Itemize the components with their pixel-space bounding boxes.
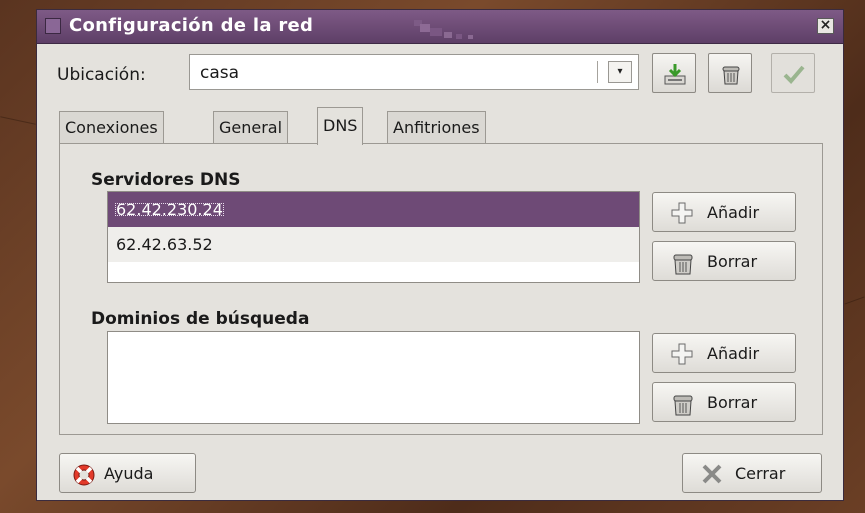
search-domains-title: Dominios de búsqueda	[91, 309, 310, 329]
close-icon: ×	[819, 17, 832, 33]
trash-icon	[673, 395, 693, 416]
search-domains-list[interactable]	[107, 331, 640, 424]
check-icon	[783, 65, 805, 84]
dns-server-address: 62.42.63.52	[116, 235, 213, 254]
add-domain-button[interactable]: Añadir	[652, 333, 796, 373]
combo-separator	[597, 61, 598, 83]
close-icon	[702, 464, 722, 484]
window-title: Configuración de la red	[69, 15, 314, 36]
dns-servers-title: Servidores DNS	[91, 170, 241, 190]
add-dns-label: Añadir	[707, 203, 760, 222]
delete-domain-label: Borrar	[707, 393, 758, 412]
close-label: Cerrar	[735, 464, 786, 483]
location-dropdown-button[interactable]: ▾	[608, 61, 632, 83]
delete-domain-button[interactable]: Borrar	[652, 382, 796, 422]
dns-servers-list[interactable]: 62.42.230.24 62.42.63.52	[107, 191, 640, 283]
dns-server-address: 62.42.230.24	[112, 200, 227, 219]
close-button[interactable]: Cerrar	[682, 453, 822, 493]
help-label: Ayuda	[104, 464, 154, 483]
location-value: casa	[200, 63, 240, 83]
network-settings-window: Configuración de la red × Ubicación: cas…	[36, 9, 844, 501]
lifebuoy-icon	[73, 464, 95, 486]
chevron-down-icon: ▾	[617, 66, 623, 77]
titlebar-decoration-icon	[414, 20, 473, 39]
title-bar[interactable]: Configuración de la red ×	[37, 10, 843, 44]
tab-conexiones[interactable]: Conexiones	[59, 111, 164, 144]
apply-location-button[interactable]	[771, 53, 815, 93]
list-item[interactable]: 62.42.230.24	[108, 192, 639, 227]
trash-icon	[722, 66, 740, 85]
delete-dns-label: Borrar	[707, 252, 758, 271]
tab-anfitriones[interactable]: Anfitriones	[387, 111, 486, 144]
location-combobox[interactable]: casa ▾	[189, 54, 639, 90]
save-location-button[interactable]	[652, 53, 696, 93]
tab-general[interactable]: General	[213, 111, 289, 144]
plus-icon	[671, 343, 693, 365]
delete-dns-button[interactable]: Borrar	[652, 241, 796, 281]
plus-icon	[671, 202, 693, 224]
save-location-icon	[664, 64, 686, 85]
trash-icon	[673, 254, 693, 275]
window-menu-icon[interactable]	[45, 18, 61, 34]
close-window-button[interactable]: ×	[817, 18, 834, 34]
location-label: Ubicación:	[57, 65, 146, 85]
help-button[interactable]: Ayuda	[59, 453, 196, 493]
delete-location-button[interactable]	[708, 53, 752, 93]
add-dns-button[interactable]: Añadir	[652, 192, 796, 232]
background-texture	[844, 296, 865, 305]
list-item[interactable]: 62.42.63.52	[108, 227, 639, 262]
background-texture	[0, 116, 36, 125]
dns-tab-panel: Servidores DNS 62.42.230.24 62.42.63.52 …	[59, 143, 823, 435]
add-domain-label: Añadir	[707, 344, 760, 363]
tab-dns[interactable]: DNS	[317, 107, 364, 145]
